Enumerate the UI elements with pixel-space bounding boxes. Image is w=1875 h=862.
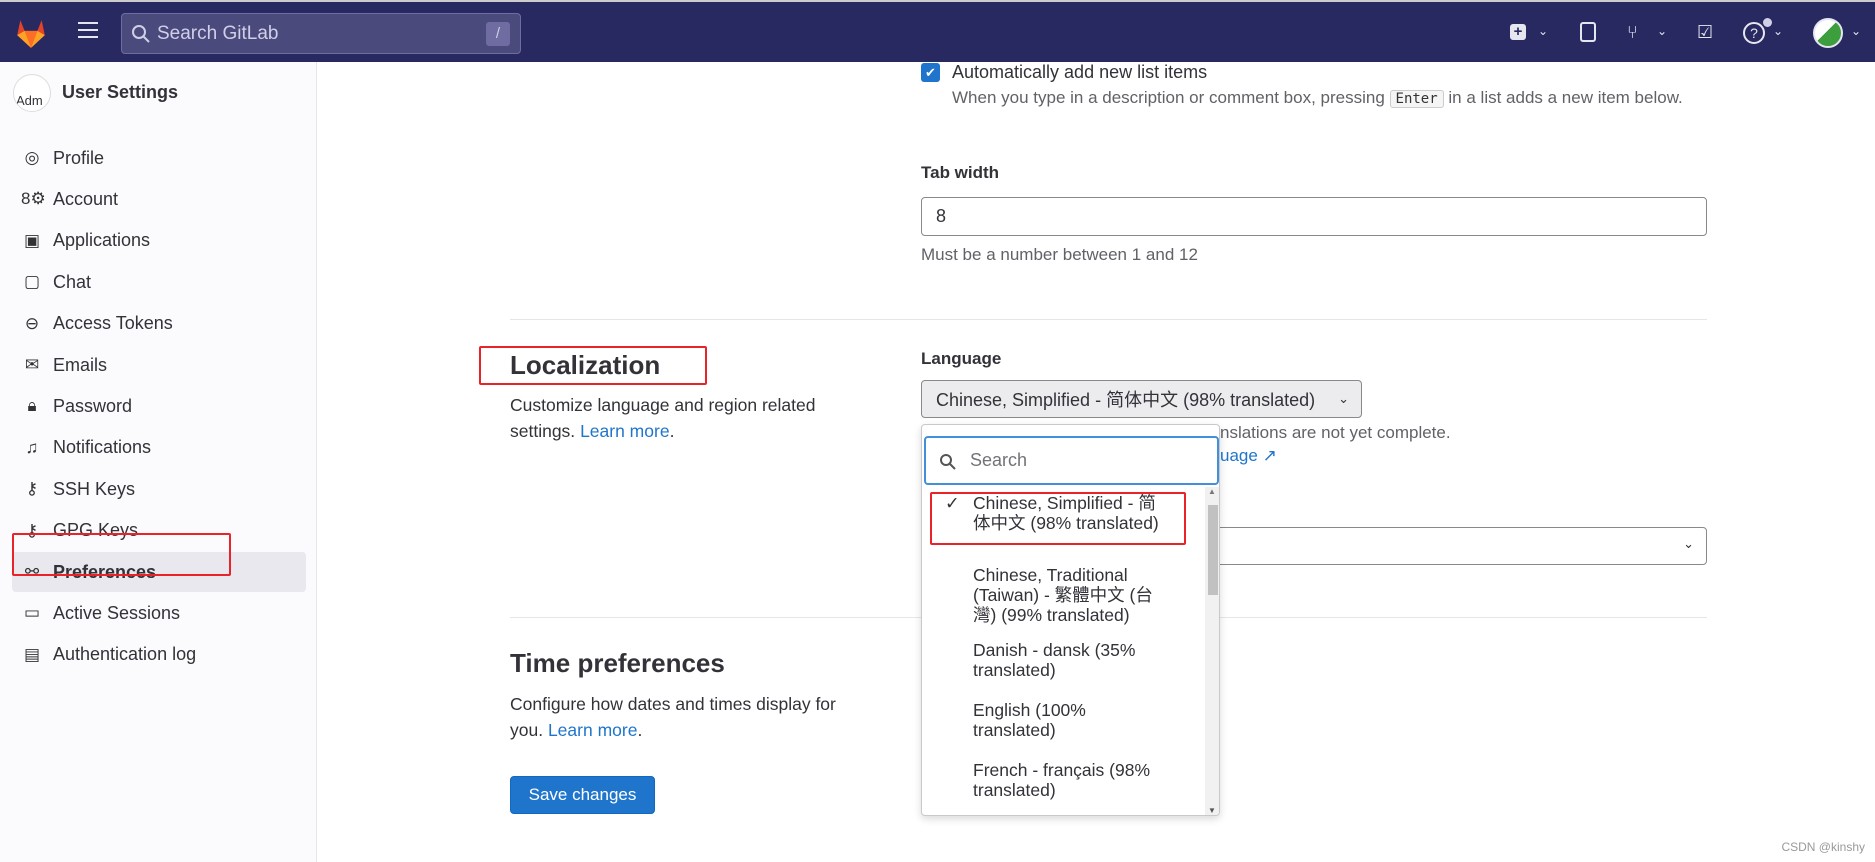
language-label: Language xyxy=(921,349,1002,368)
search-input[interactable]: Search GitLab / xyxy=(121,13,521,54)
scrollbar[interactable]: ▲ ▼ xyxy=(1205,487,1219,815)
gitlab-logo[interactable] xyxy=(14,16,48,50)
tab-width-input[interactable]: 8 xyxy=(921,197,1707,236)
time-title: Time preferences xyxy=(510,648,725,678)
language-option[interactable]: Danish - dansk (35% translated) xyxy=(973,640,1173,680)
sidebar-item-label: SSH Keys xyxy=(53,478,136,499)
scrollbar-thumb[interactable] xyxy=(1208,505,1218,595)
sidebar-item-chat[interactable]: ▢ Chat xyxy=(12,262,306,302)
key-icon: ⚷ xyxy=(25,479,39,499)
account-icon: 8⚙ xyxy=(21,189,46,209)
translation-help: nslations are not yet complete. xyxy=(1220,423,1451,442)
top-bar: Search GitLab / + ⌄ ⑂ ⌄ ☑ ? ⌄ ⌄ xyxy=(0,0,1875,62)
language-select[interactable]: Chinese, Simplified - 简体中文 (98% translat… xyxy=(921,380,1362,418)
sidebar-item-access-tokens[interactable]: ⊖ Access Tokens xyxy=(12,304,306,344)
auto-list-label: Automatically add new list items xyxy=(952,62,1208,82)
mail-icon: ✉ xyxy=(24,355,40,374)
sidebar-item-profile[interactable]: ◎ Profile xyxy=(12,138,306,178)
plus-square-icon[interactable]: + xyxy=(1510,24,1526,40)
sidebar-item-label: Authentication log xyxy=(53,644,197,665)
search-icon xyxy=(940,454,956,470)
chevron-down-icon[interactable]: ⌄ xyxy=(1773,24,1783,38)
sidebar-item-emails[interactable]: ✉ Emails xyxy=(12,345,306,385)
highlight-box xyxy=(12,533,231,576)
sidebar-item-label: Applications xyxy=(53,230,151,251)
save-button[interactable]: Save changes xyxy=(510,776,655,814)
divider xyxy=(510,319,1707,320)
language-option-label: French - français (98% translated) xyxy=(973,760,1151,800)
sidebar-item-notifications[interactable]: ♫ Notifications xyxy=(12,428,306,468)
localization-desc: Customize language and region related se… xyxy=(510,395,816,441)
external-link-icon: ↗ xyxy=(1262,446,1277,465)
auto-list-help: When you type in a description or commen… xyxy=(952,88,1683,108)
help-translate-link[interactable]: uage ↗ xyxy=(1220,446,1277,466)
help-icon[interactable]: ? xyxy=(1743,22,1765,44)
language-select-value: Chinese, Simplified - 简体中文 (98% translat… xyxy=(936,390,1316,410)
bell-icon: ♫ xyxy=(25,437,39,457)
notification-dot xyxy=(1763,18,1772,27)
issues-icon[interactable] xyxy=(1580,22,1596,42)
search-placeholder: Search GitLab xyxy=(157,22,279,44)
chevron-down-icon[interactable]: ⌄ xyxy=(1538,24,1548,38)
applications-icon: ▣ xyxy=(23,230,41,250)
sidebar-item-account[interactable]: 8⚙ Account xyxy=(12,179,306,219)
sidebar-item-password[interactable]: 🔒︎ Password xyxy=(12,386,306,426)
language-option[interactable]: Chinese, Traditional (Taiwan) - 繁體中文 (台灣… xyxy=(973,565,1173,625)
hamburger-icon[interactable] xyxy=(78,22,98,38)
sidebar-item-ssh-keys[interactable]: ⚷ SSH Keys xyxy=(12,469,306,509)
search-icon xyxy=(132,25,150,43)
tab-width-label: Tab width xyxy=(921,163,1000,182)
sidebar-item-active-sessions[interactable]: ▭ Active Sessions xyxy=(12,593,306,633)
watermark: CSDN @kinshy xyxy=(1781,840,1865,854)
sidebar-item-label: Notifications xyxy=(53,437,152,458)
sidebar-item-label: Access Tokens xyxy=(53,313,173,334)
sidebar-item-label: Emails xyxy=(53,354,108,375)
tab-width-help: Must be a number between 1 and 12 xyxy=(921,245,1198,264)
avatar[interactable] xyxy=(1813,18,1843,48)
auto-list-checkbox[interactable]: ✔ xyxy=(921,63,940,82)
search-shortcut: / xyxy=(486,22,510,46)
chevron-down-icon: ⌄ xyxy=(1683,536,1694,551)
sidebar-title: User Settings xyxy=(62,82,179,102)
time-desc: Configure how dates and times display fo… xyxy=(510,694,836,740)
todo-icon[interactable]: ☑ xyxy=(1697,22,1713,43)
chevron-down-icon[interactable]: ⌄ xyxy=(1851,24,1861,38)
monitor-icon: ▭ xyxy=(23,603,41,623)
language-option-label: Danish - dansk (35% translated) xyxy=(973,640,1136,680)
language-option[interactable]: French - français (98% translated) xyxy=(973,760,1173,800)
sidebar-item-label: Profile xyxy=(53,147,105,168)
highlight-box xyxy=(479,346,707,385)
token-icon: ⊖ xyxy=(24,313,40,333)
chat-icon: ▢ xyxy=(23,272,41,292)
chevron-down-icon[interactable]: ⌄ xyxy=(1657,24,1667,38)
sidebar-item-applications[interactable]: ▣ Applications xyxy=(12,221,306,261)
language-option-label: Chinese, Traditional (Taiwan) - 繁體中文 (台灣… xyxy=(973,565,1153,625)
language-search-input[interactable]: Search xyxy=(924,436,1219,485)
avatar: Adm xyxy=(13,74,51,112)
language-option-label: English (100% translated) xyxy=(973,700,1086,740)
language-option[interactable]: English (100% translated) xyxy=(973,700,1173,740)
search-placeholder: Search xyxy=(970,450,1028,470)
sidebar-item-label: Password xyxy=(53,395,133,416)
highlight-box xyxy=(930,492,1186,545)
chevron-down-icon: ⌄ xyxy=(1338,391,1349,406)
sidebar-item-label: Account xyxy=(53,188,119,209)
language-dropdown: Search ✓ Chinese, Simplified - 简体中文 (98% … xyxy=(921,424,1220,816)
sidebar-item-label: Chat xyxy=(53,271,92,292)
learn-more-link[interactable]: Learn more xyxy=(548,720,638,740)
sidebar: Adm User Settings ◎ Profile 8⚙ Account ▣ Appl… xyxy=(0,62,317,862)
sidebar-item-authentication-log[interactable]: ▤ Authentication log xyxy=(12,635,306,675)
sidebar-item-label: Active Sessions xyxy=(53,602,181,623)
merge-request-icon[interactable]: ⑂ xyxy=(1627,22,1638,43)
log-icon: ▤ xyxy=(23,644,41,664)
learn-more-link[interactable]: Learn more xyxy=(580,421,670,441)
lock-icon: 🔒︎ xyxy=(27,396,37,416)
profile-icon: ◎ xyxy=(24,148,40,167)
